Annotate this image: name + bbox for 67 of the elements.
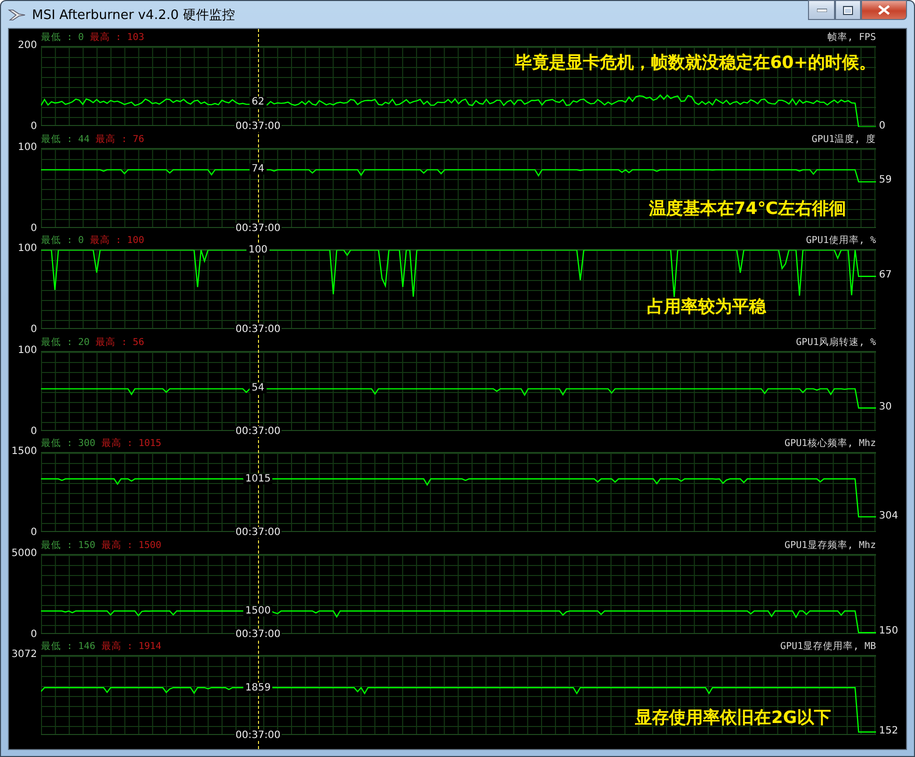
- minimum-label: 最低 : 146: [41, 640, 96, 653]
- close-icon: [878, 5, 890, 15]
- axis-max-label: 5000: [12, 548, 37, 558]
- maximize-icon: [843, 6, 853, 14]
- cursor-value: 100: [246, 244, 270, 256]
- graph-name: GPU1核心频率, Mhz: [784, 437, 876, 450]
- current-value: 67: [879, 270, 892, 281]
- axis-min-label: 0: [30, 324, 37, 335]
- graph-name: GPU1显存使用率, MB: [780, 640, 876, 653]
- maximum-label: 最高 : 1500: [101, 538, 162, 552]
- current-value: 59: [879, 174, 892, 186]
- axis-max-label: 100: [18, 344, 37, 356]
- time-label: 00:37:00: [234, 730, 282, 741]
- graph-name: GPU1风扇转速, %: [796, 336, 876, 348]
- annotation-text: 毕竟是显卡危机，帧数就没稳定在60+的时候。: [515, 52, 876, 74]
- axis-min-label: 0: [30, 426, 37, 436]
- time-label: 00:37:00: [234, 527, 282, 538]
- cursor-value: 1500: [243, 605, 273, 616]
- current-value: 304: [879, 510, 898, 522]
- maximum-label: 最高 : 100: [90, 234, 144, 247]
- minimum-label: 最低 : 0: [41, 234, 84, 247]
- current-value: 150: [879, 626, 898, 637]
- graph-name: 帧率, FPS: [827, 31, 876, 44]
- current-value: 30: [879, 401, 892, 412]
- minimum-label: 最低 : 20: [41, 336, 90, 348]
- time-label: 00:37:00: [234, 222, 282, 234]
- cursor-value: 62: [250, 96, 266, 108]
- annotation-text: 占用率较为平稳: [647, 296, 766, 318]
- minimize-icon: [816, 8, 826, 12]
- minimum-label: 最低 : 300: [41, 437, 96, 450]
- axis-max-label: 3072: [12, 649, 37, 660]
- maximize-button[interactable]: [835, 0, 861, 20]
- current-value: 152: [879, 726, 898, 737]
- maximum-label: 最高 : 56: [96, 336, 144, 348]
- maximum-label: 最高 : 103: [90, 31, 144, 44]
- graph-name: GPU1温度, 度: [812, 132, 876, 146]
- current-value: 0: [879, 120, 886, 132]
- window-title: MSI Afterburner v4.2.0 硬件监控: [32, 6, 235, 24]
- time-label: 00:37:00: [234, 324, 282, 335]
- time-label: 00:37:00: [234, 628, 282, 640]
- axis-min-label: 0: [30, 222, 37, 234]
- airplane-icon: [8, 8, 26, 22]
- minimize-button[interactable]: [808, 0, 835, 20]
- annotation-text: 温度基本在74℃左右徘徊: [648, 198, 846, 220]
- cursor-value: 1015: [243, 473, 273, 484]
- axis-min-label: 0: [30, 121, 37, 132]
- minimum-label: 最低 : 150: [41, 538, 96, 552]
- axis-min-label: 0: [30, 628, 37, 640]
- maximum-label: 最高 : 1914: [101, 640, 162, 653]
- cursor-value: 74: [250, 164, 266, 175]
- maximum-label: 最高 : 1015: [101, 437, 162, 450]
- time-label: 00:37:00: [234, 121, 282, 132]
- close-button[interactable]: [861, 0, 907, 20]
- cursor-value: 1859: [243, 682, 273, 694]
- annotation-text: 显存使用率依旧在2G以下: [635, 707, 831, 729]
- minimum-label: 最低 : 0: [41, 31, 84, 44]
- graph-name: GPU1显存频率, Mhz: [784, 538, 876, 552]
- axis-max-label: 200: [18, 40, 37, 51]
- cursor-value: 54: [250, 382, 266, 394]
- axis-min-label: 0: [30, 527, 37, 538]
- axis-max-label: 100: [18, 243, 37, 254]
- axis-max-label: 1500: [12, 446, 37, 457]
- maximum-label: 最高 : 76: [96, 132, 144, 146]
- time-label: 00:37:00: [234, 426, 282, 436]
- minimum-label: 最低 : 44: [41, 132, 90, 146]
- axis-max-label: 100: [18, 142, 37, 152]
- graph-name: GPU1使用率, %: [806, 234, 876, 247]
